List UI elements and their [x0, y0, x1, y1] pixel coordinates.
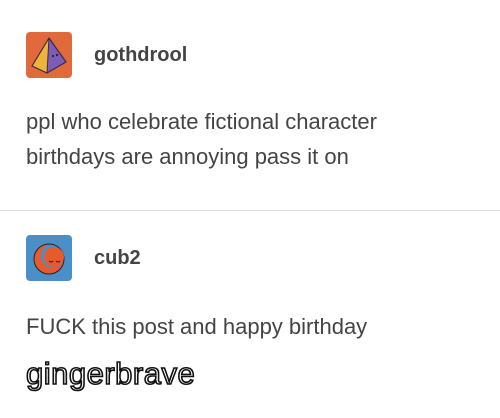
avatar[interactable]: [26, 235, 72, 281]
pyramid-icon: [26, 32, 72, 78]
crescent-face-icon: [26, 235, 72, 281]
avatar[interactable]: [26, 32, 72, 78]
post-text-line: FUCK this post and happy birthday: [26, 314, 368, 339]
meme-caption: gingerbrave: [25, 355, 196, 392]
post-gothdrool: gothdrool ppl who celebrate fictional ch…: [0, 0, 500, 210]
username[interactable]: cub2: [94, 247, 141, 270]
post-text: FUCK this post and happy birthday: [26, 309, 486, 344]
post-text: ppl who celebrate fictional character bi…: [26, 104, 486, 174]
username[interactable]: gothdrool: [94, 44, 187, 67]
post-text-line: birthdays are annoying pass it on: [26, 144, 349, 169]
post-header: cub2: [26, 235, 141, 281]
post-text-line: ppl who celebrate fictional character: [26, 109, 377, 134]
post-header: gothdrool: [26, 32, 187, 78]
